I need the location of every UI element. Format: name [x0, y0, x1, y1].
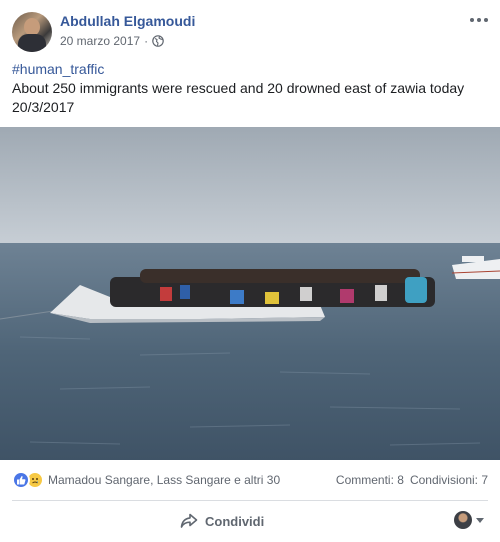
- post-card: Abdullah Elgamoudi 20 marzo 2017 · #huma…: [0, 0, 500, 542]
- shares-count[interactable]: Condivisioni: 7: [410, 473, 488, 487]
- meta-separator: ·: [144, 34, 149, 48]
- post-meta: 20 marzo 2017 ·: [60, 34, 164, 48]
- chevron-down-icon: [476, 517, 484, 523]
- viewer-avatar: [454, 511, 472, 529]
- avatar-body: [18, 34, 46, 52]
- reactions-summary[interactable]: Mamadou Sangare, Lass Sangare e altri 30: [12, 470, 280, 490]
- post-photo[interactable]: [0, 127, 500, 460]
- post-body: About 250 immigrants were rescued and 20…: [12, 80, 465, 115]
- sky: [0, 127, 500, 245]
- globe-icon[interactable]: [152, 35, 164, 47]
- hashtag-link[interactable]: #human_traffic: [12, 60, 488, 79]
- post-text: #human_traffic About 250 immigrants were…: [12, 60, 488, 117]
- reaction-names[interactable]: Mamadou Sangare, Lass Sangare e altri 30: [48, 473, 280, 487]
- comments-count[interactable]: Commenti: 8: [336, 473, 404, 487]
- divider: [12, 500, 488, 501]
- more-dot: [470, 18, 474, 22]
- post-date[interactable]: 20 marzo 2017: [60, 34, 140, 48]
- reaction-icons: [12, 471, 44, 489]
- like-icon: [12, 471, 30, 489]
- crowd: [110, 269, 435, 307]
- author-name[interactable]: Abdullah Elgamoudi: [60, 13, 195, 29]
- share-arrow-icon: [180, 513, 198, 528]
- share-button[interactable]: Condividi: [180, 508, 264, 534]
- more-dot: [477, 18, 481, 22]
- engagement-counts: Commenti: 8 Condivisioni: 7: [336, 470, 488, 490]
- more-options-icon[interactable]: [470, 14, 490, 26]
- photo-image: [0, 127, 500, 460]
- more-dot: [484, 18, 488, 22]
- author-avatar[interactable]: [12, 12, 52, 52]
- share-label: Condividi: [205, 513, 265, 529]
- share-as-selector[interactable]: [454, 511, 484, 529]
